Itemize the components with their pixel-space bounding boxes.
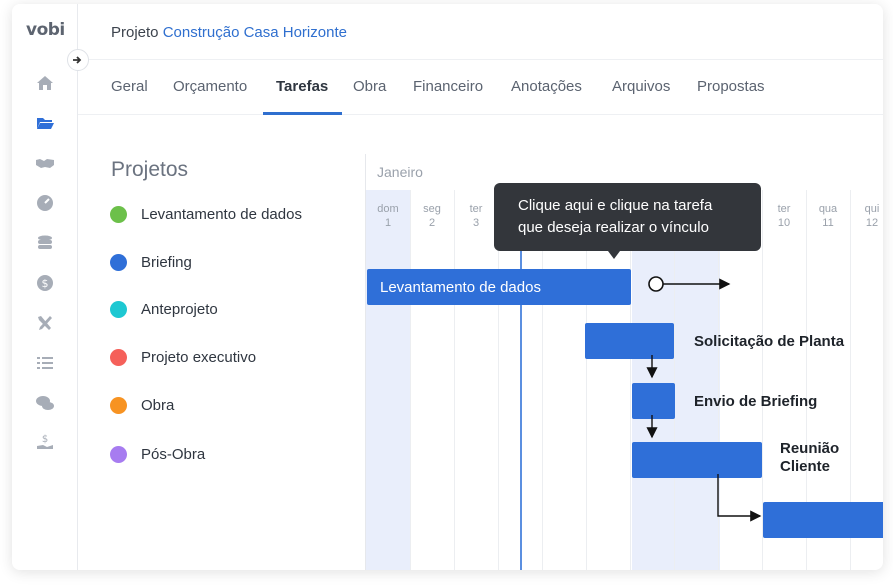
project-item-label: Obra — [141, 397, 175, 414]
breadcrumb-project-link[interactable]: Construção Casa Horizonte — [163, 24, 347, 41]
svg-text:$: $ — [42, 434, 48, 445]
home-icon[interactable] — [34, 72, 56, 94]
chat-dollar-icon[interactable] — [34, 392, 56, 414]
project-item[interactable]: Obra — [110, 397, 174, 414]
tab-obra[interactable]: Obra — [353, 78, 386, 95]
svg-text:$: $ — [42, 277, 49, 290]
folder-icon[interactable] — [34, 112, 56, 134]
project-color-dot — [110, 397, 127, 414]
hand-dollar-icon[interactable]: $ — [34, 432, 56, 454]
breadcrumb: Projeto Construção Casa Horizonte — [111, 24, 347, 41]
gantt-task-bar[interactable]: Levantamento de dados — [367, 269, 631, 305]
tools-icon[interactable] — [34, 312, 56, 334]
gantt-task-label: Envio de Briefing — [694, 393, 818, 410]
tooltip-line: Clique aqui e clique na tarefa — [518, 197, 713, 214]
project-item-label: Levantamento de dados — [141, 206, 302, 223]
app-window: vobi $ $ Projeto Construção Casa Horizon… — [12, 4, 883, 570]
gauge-icon[interactable] — [34, 192, 56, 214]
gantt-task-bar[interactable] — [632, 383, 675, 419]
gantt-day-label: qui 12 — [864, 203, 880, 229]
breadcrumb-prefix: Projeto — [111, 24, 159, 41]
sidebar: vobi $ $ — [12, 4, 78, 570]
project-color-dot — [110, 349, 127, 366]
gantt-grid-line — [410, 190, 411, 570]
project-color-dot — [110, 206, 127, 223]
gantt-task-label: Solicitação de Planta — [694, 333, 845, 350]
gantt-task-label: Reunião Cliente — [780, 440, 840, 475]
tab-propostas[interactable]: Propostas — [697, 78, 765, 95]
tab-geral[interactable]: Geral — [111, 78, 148, 95]
gantt-grid-line — [454, 190, 455, 570]
coins-icon[interactable] — [34, 232, 56, 254]
project-item[interactable]: Pós-Obra — [110, 446, 205, 463]
project-item[interactable]: Anteprojeto — [110, 301, 218, 318]
tooltip-line: que deseja realizar o vínculo — [518, 219, 709, 236]
dollar-icon[interactable]: $ — [34, 272, 56, 294]
vobi-logo: vobi — [26, 20, 65, 40]
tab-tarefas[interactable]: Tarefas — [276, 78, 328, 95]
tooltip-arrow — [608, 251, 620, 259]
project-color-dot — [110, 254, 127, 271]
link-tooltip: Clique aqui e clique na tarefa que desej… — [494, 183, 761, 251]
project-item-label: Projeto executivo — [141, 349, 257, 366]
tab-anotacoes[interactable]: Anotações — [511, 78, 582, 95]
gantt-task-bar[interactable] — [763, 502, 883, 538]
gantt-task-bar[interactable] — [632, 442, 762, 478]
project-color-dot — [110, 446, 127, 463]
project-item-label: Pós-Obra — [141, 446, 206, 463]
gantt-day-label: ter 3 — [469, 203, 483, 229]
gantt-task-label: Levantamento de dados — [380, 279, 541, 296]
tab-arquivos[interactable]: Arquivos — [612, 78, 670, 95]
project-item-label: Anteprojeto — [141, 301, 218, 318]
tab-financeiro[interactable]: Financeiro — [413, 78, 483, 95]
project-item[interactable]: Levantamento de dados — [110, 206, 302, 223]
gantt-task-bar[interactable] — [585, 323, 674, 359]
tab-bar: Geral Orçamento Tarefas Obra Financeiro … — [78, 60, 883, 115]
handshake-icon[interactable] — [34, 152, 56, 174]
gantt-month: Janeiro — [377, 164, 423, 180]
projects-title: Projetos — [111, 158, 189, 181]
gantt-day-label: dom 1 — [377, 203, 399, 229]
page-header: Projeto Construção Casa Horizonte — [78, 4, 883, 60]
gantt-day-label: ter 10 — [777, 203, 791, 229]
arrow-right-icon — [73, 56, 82, 64]
project-item[interactable]: Projeto executivo — [110, 349, 256, 366]
gantt-day-label: qua 11 — [818, 203, 838, 229]
gantt-day-highlight — [366, 190, 410, 570]
project-item-label: Briefing — [141, 254, 192, 271]
tab-orcamento[interactable]: Orçamento — [173, 78, 247, 95]
project-color-dot — [110, 301, 127, 318]
active-tab-indicator — [263, 112, 342, 115]
collapse-sidebar-button[interactable] — [67, 49, 89, 71]
gantt-day-label: seg 2 — [423, 203, 441, 229]
project-item[interactable]: Briefing — [110, 254, 192, 271]
list-icon[interactable] — [34, 352, 56, 374]
